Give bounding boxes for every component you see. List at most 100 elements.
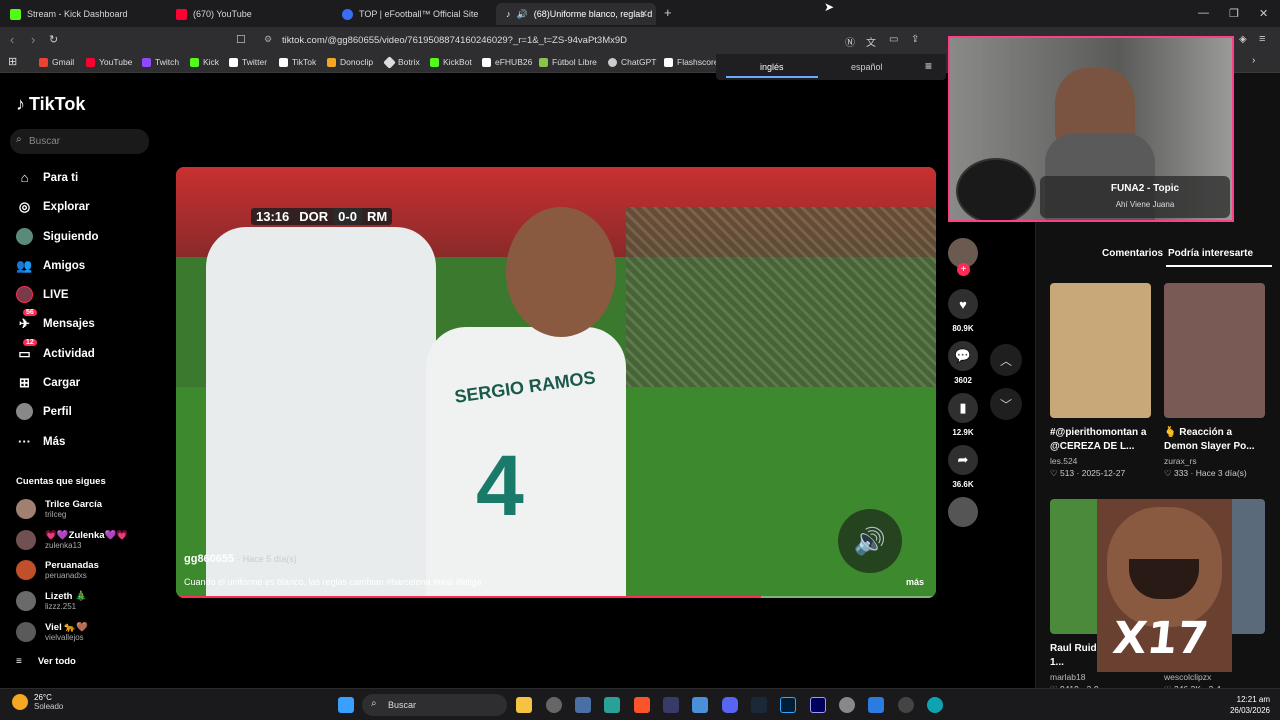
read-aloud-icon[interactable]: Ⓝ [845, 34, 855, 49]
file-explorer-icon[interactable] [516, 697, 532, 713]
nav-amigos[interactable]: 👥 Amigos [16, 257, 85, 274]
apps-grid-icon[interactable]: ⊞ [8, 55, 17, 68]
settings-icon[interactable] [839, 697, 855, 713]
tab-comments[interactable]: Comentarios [1102, 248, 1163, 259]
search-input[interactable]: ⌕ Buscar [10, 129, 149, 154]
following-account[interactable]: Peruanadas peruanadxs [16, 560, 99, 580]
follow-plus-icon[interactable]: + [957, 263, 970, 276]
video-player-ramos-graphic [426, 327, 626, 598]
bookmark-youtube[interactable]: YouTube [86, 57, 132, 67]
comment-count: 3602 [954, 376, 972, 385]
forward-icon[interactable]: › [31, 32, 35, 47]
bookmark-icon[interactable]: ☐ [236, 33, 246, 46]
bookmark-chatgpt[interactable]: ChatGPT [608, 57, 656, 67]
next-video-button[interactable]: ﹀ [990, 388, 1022, 420]
author-avatar-button[interactable]: + [948, 238, 978, 276]
bookmark-gmail[interactable]: Gmail [39, 57, 74, 67]
nav-actividad[interactable]: ▭ 12 Actividad [16, 339, 95, 362]
weather-widget[interactable]: 26°C Soleado [12, 693, 63, 711]
system-clock[interactable]: 12:21 am 26/03/2026 [1230, 694, 1270, 716]
chrome-app-icon[interactable] [546, 697, 562, 713]
following-account[interactable]: Lizeth 🎄 lizzz.251 [16, 591, 87, 611]
following-account[interactable]: Trilce García trilceg [16, 499, 102, 519]
translate-menu-icon[interactable]: ≡ [925, 59, 932, 73]
tab-youtube[interactable]: (670) YouTube [166, 3, 332, 25]
bookmark-botrix[interactable]: Botrix [383, 55, 420, 69]
tab-kick-dashboard[interactable]: Stream - Kick Dashboard [0, 3, 166, 25]
close-window-icon[interactable]: ✕ [1259, 7, 1268, 20]
suggested-video-card[interactable]: 🫰 Reacción a Demon Slayer Po... zurax_rs… [1164, 283, 1265, 479]
tiktok-logo[interactable]: ♪ TikTok [16, 94, 85, 115]
edge-icon[interactable] [927, 697, 943, 713]
discord-icon[interactable] [722, 697, 738, 713]
avatar [16, 622, 36, 642]
comment-button[interactable]: 💬 3602 [948, 341, 978, 385]
maximize-icon[interactable]: ❐ [1229, 7, 1239, 20]
tab-suggested[interactable]: Podría interesarte [1168, 248, 1253, 259]
bookmark-twitter[interactable]: Twitter [229, 57, 267, 67]
following-account[interactable]: 💗💜Zulenka💜💗 zulenka13 [16, 530, 128, 550]
translate-lang-source[interactable]: inglés [760, 62, 784, 72]
photoshop-icon[interactable] [780, 697, 796, 713]
app-icon[interactable] [604, 697, 620, 713]
tab-efootball[interactable]: TOP | eFootball™ Official Site [332, 3, 498, 25]
bookmark-kickbot[interactable]: KickBot [430, 57, 472, 67]
save-button[interactable]: ▮ 12.9K [948, 393, 978, 437]
translate-icon[interactable]: 文 [866, 34, 876, 49]
video-author-line[interactable]: gg860655 · Hace 5 día(s) [184, 553, 297, 565]
back-icon[interactable]: ‹ [10, 32, 14, 47]
bookmark-twitch[interactable]: Twitch [142, 57, 179, 67]
close-tab-icon[interactable]: ✕ [640, 9, 648, 20]
calculator-icon[interactable] [692, 697, 708, 713]
music-disc-button[interactable] [948, 497, 978, 527]
video-author[interactable]: gg860655 [184, 553, 234, 565]
more-button[interactable]: más [906, 577, 924, 587]
reload-icon[interactable]: ↻ [49, 33, 58, 46]
multiplier-label: X17 [1110, 613, 1211, 664]
video-player[interactable]: SERGIO RAMOS 4 13:16 DOR 0-0 RM 🔊 gg8606… [176, 167, 936, 598]
tab-tiktok-active[interactable]: ♪ 🔊 (68)Uniforme blanco, reglas d ✕ [496, 3, 656, 25]
steam-icon[interactable] [751, 697, 767, 713]
botrix-icon [383, 55, 396, 69]
bookmark-tiktok[interactable]: TikTok [279, 57, 316, 67]
nav-live[interactable]: LIVE [16, 286, 69, 303]
taskbar-search[interactable]: ⌕ Buscar [362, 694, 507, 716]
premiere-icon[interactable] [810, 697, 826, 713]
suggested-video-card[interactable]: #@pierithomontan a @CEREZA DE L... les.5… [1050, 283, 1151, 479]
video-progress-bar[interactable] [176, 596, 936, 598]
like-button[interactable]: ♥ 80.9K [948, 289, 978, 333]
app-icon[interactable] [663, 697, 679, 713]
more-bookmarks-icon[interactable]: › [1252, 55, 1255, 66]
following-account[interactable]: Viel 🐆🤎 vielvallejos [16, 622, 88, 642]
volume-button[interactable]: 🔊 [838, 509, 902, 573]
cast-icon[interactable]: ▭ [889, 34, 898, 45]
minimize-icon[interactable]: — [1198, 7, 1209, 19]
see-all-link[interactable]: ≡ Ver todo [16, 656, 76, 667]
app-icon[interactable] [575, 697, 591, 713]
new-tab-button[interactable]: + [664, 5, 672, 20]
nav-explorar[interactable]: ◎ Explorar [16, 198, 90, 215]
nav-perfil[interactable]: Perfil [16, 403, 72, 420]
nav-para-ti[interactable]: ⌂ Para ti [16, 169, 79, 186]
share-button[interactable]: ➦ 36.6K [948, 445, 978, 489]
bookmark-futbol-libre[interactable]: Fútbol Libre [539, 57, 597, 67]
bookmark-efhub26[interactable]: eFHUB26 [482, 57, 532, 67]
menu-icon[interactable]: ≡ [1259, 33, 1265, 45]
windows-start-icon[interactable] [338, 697, 354, 713]
bookmark-kick[interactable]: Kick [190, 57, 219, 67]
share-icon[interactable]: ⇪ [911, 34, 919, 45]
shield-icon[interactable]: ◈ [1239, 34, 1247, 45]
nav-cargar[interactable]: ⊞ Cargar [16, 374, 80, 391]
translate-lang-target[interactable]: español [851, 62, 883, 72]
brave-icon[interactable] [634, 697, 650, 713]
previous-video-button[interactable]: ︿ [990, 344, 1022, 376]
media-player-icon[interactable] [898, 697, 914, 713]
avatar [16, 560, 36, 580]
bookmark-flashscore[interactable]: Flashscore [664, 57, 719, 67]
nav-mas[interactable]: ··· Más [16, 433, 65, 450]
nav-mensajes[interactable]: ✈ 56 Mensajes [16, 309, 95, 332]
nav-siguiendo[interactable]: Siguiendo [16, 228, 99, 245]
site-info-icon[interactable]: ⚙ [264, 34, 272, 45]
notepad-icon[interactable] [868, 697, 884, 713]
bookmark-donoclip[interactable]: Donoclip [327, 57, 373, 67]
